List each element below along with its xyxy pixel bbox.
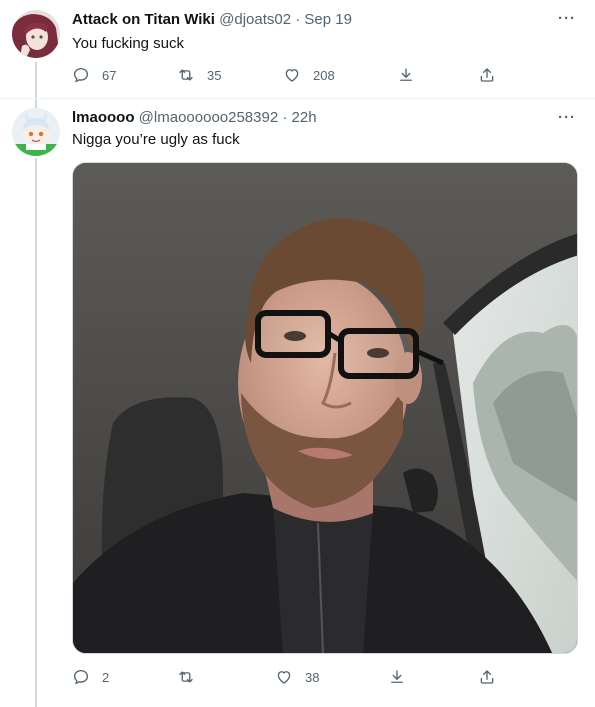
tweet-header: Attack on Titan Wiki @djoats02 · Sep 19 bbox=[72, 11, 352, 29]
like-count: 208 bbox=[313, 67, 335, 83]
tweet-text: You fucking suck bbox=[72, 35, 185, 52]
selfie-photo bbox=[73, 163, 577, 653]
display-name[interactable]: Attack on Titan Wiki bbox=[72, 11, 215, 28]
tweet-text: Nigga you’re ugly as fuck bbox=[72, 131, 240, 148]
reply-button[interactable]: 67 bbox=[72, 65, 116, 85]
retweet-icon bbox=[179, 671, 193, 683]
share-button[interactable] bbox=[478, 65, 496, 85]
heart-icon bbox=[277, 671, 291, 684]
retweet-count: 35 bbox=[207, 67, 222, 83]
handle[interactable]: @lmaoooooo258392 bbox=[139, 109, 279, 126]
separator: · bbox=[282, 109, 288, 126]
separator: · bbox=[295, 11, 301, 28]
download-button[interactable] bbox=[397, 65, 415, 85]
timestamp[interactable]: 22h bbox=[292, 109, 317, 126]
action-bar: 67 35 208 bbox=[72, 65, 494, 85]
timestamp[interactable]: Sep 19 bbox=[304, 11, 352, 28]
handle[interactable]: @djoats02 bbox=[219, 11, 291, 28]
download-icon bbox=[391, 670, 403, 683]
like-count: 38 bbox=[305, 669, 320, 685]
display-name[interactable]: lmaoooo bbox=[72, 109, 135, 126]
retweet-button[interactable]: 35 bbox=[177, 65, 221, 85]
download-button[interactable] bbox=[388, 667, 406, 687]
retweet-button[interactable] bbox=[177, 667, 207, 687]
avatar[interactable] bbox=[12, 108, 60, 156]
more-icon[interactable]: ··· bbox=[557, 109, 577, 127]
like-button[interactable]: 38 bbox=[275, 667, 319, 687]
reply-count: 67 bbox=[102, 67, 117, 83]
reply-button[interactable]: 2 bbox=[72, 667, 109, 687]
reply-icon bbox=[73, 669, 89, 685]
download-icon bbox=[400, 68, 412, 81]
heart-icon bbox=[285, 69, 299, 82]
action-bar: 2 38 bbox=[72, 667, 494, 687]
avatar[interactable] bbox=[12, 10, 60, 58]
retweet-icon bbox=[179, 69, 193, 81]
tweet[interactable]: Attack on Titan Wiki @djoats02 · Sep 19 … bbox=[0, 0, 595, 98]
share-icon bbox=[480, 670, 494, 684]
reply-icon bbox=[73, 67, 89, 83]
more-icon[interactable]: ··· bbox=[557, 10, 577, 28]
reply-count: 2 bbox=[102, 669, 110, 685]
tweet[interactable]: lmaoooo @lmaoooooo258392 · 22h ··· Nigga… bbox=[0, 98, 595, 707]
tweet-photo[interactable] bbox=[72, 162, 578, 654]
tweet-header: lmaoooo @lmaoooooo258392 · 22h bbox=[72, 109, 317, 127]
share-button[interactable] bbox=[478, 667, 496, 687]
like-button[interactable]: 208 bbox=[283, 65, 335, 85]
share-icon bbox=[480, 68, 494, 82]
